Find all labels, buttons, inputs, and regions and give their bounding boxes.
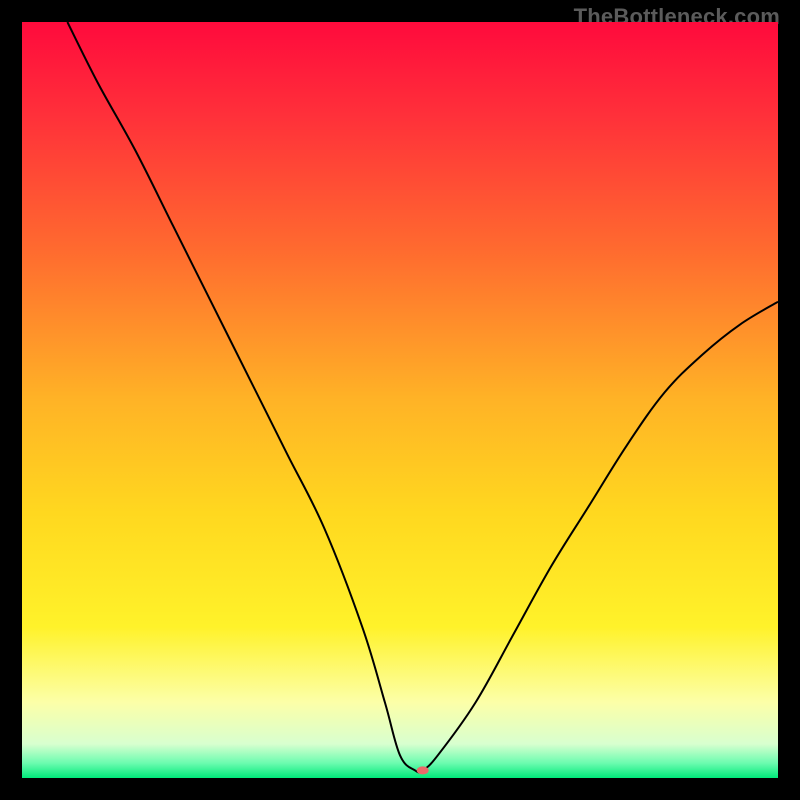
bottleneck-chart <box>22 22 778 778</box>
chart-background <box>22 22 778 778</box>
optimal-marker <box>417 766 429 774</box>
chart-frame: TheBottleneck.com <box>0 0 800 800</box>
